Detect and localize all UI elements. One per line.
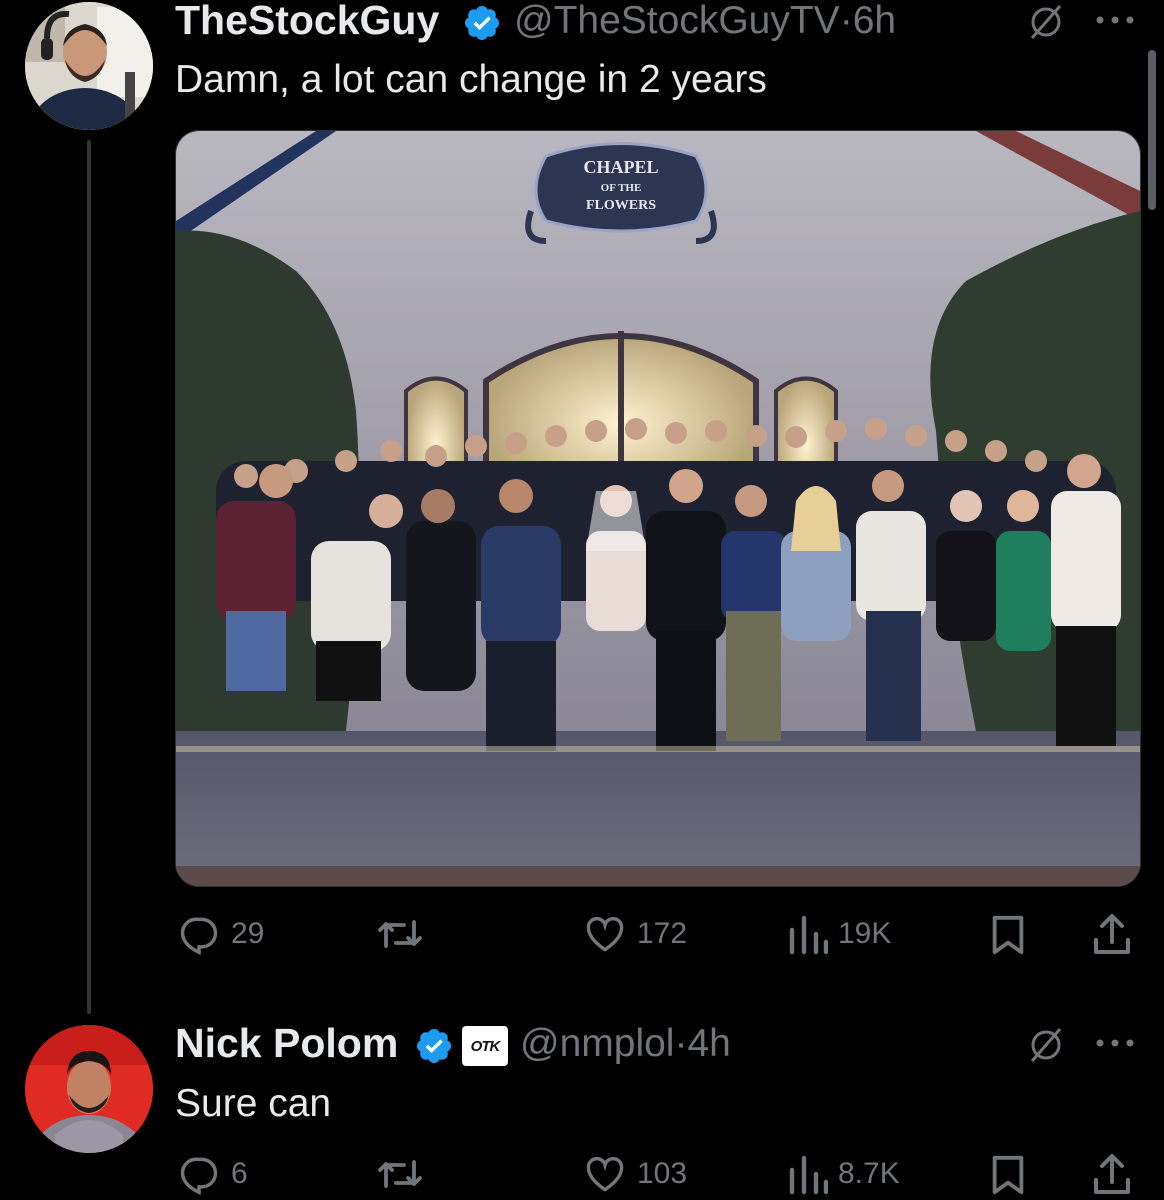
affiliate-badge-label: OTK	[470, 1037, 501, 1055]
share-button[interactable]	[1090, 912, 1134, 956]
repost-button[interactable]	[376, 914, 434, 954]
repost-button[interactable]	[376, 1154, 434, 1194]
views-count: 8.7K	[838, 1157, 900, 1190]
tweet-text: Sure can	[175, 1082, 332, 1125]
like-count: 103	[637, 1157, 688, 1190]
tweet-text: Damn, a lot can change in 2 years	[175, 58, 767, 101]
reply-icon	[180, 1157, 218, 1196]
heart-icon	[586, 916, 624, 952]
share-button[interactable]	[1090, 1152, 1134, 1196]
timestamp[interactable]: 4h	[687, 1022, 730, 1065]
handle[interactable]: @TheStockGuyTV·6h	[514, 0, 896, 43]
reply-count: 6	[231, 1157, 248, 1190]
verified-badge-icon	[464, 5, 500, 41]
scrollbar[interactable]	[1148, 50, 1156, 210]
share-icon	[1094, 914, 1130, 954]
like-count: 172	[637, 917, 688, 950]
bookmark-icon	[992, 1155, 1024, 1195]
avatar[interactable]	[25, 1025, 153, 1153]
grok-icon[interactable]	[1026, 2, 1066, 42]
reply-button[interactable]: 29	[177, 912, 264, 956]
reply-button[interactable]: 6	[177, 1152, 248, 1196]
avatar[interactable]	[25, 2, 153, 130]
display-name[interactable]: TheStockGuy	[175, 0, 439, 44]
like-button[interactable]: 172	[583, 912, 687, 956]
timestamp[interactable]: 6h	[853, 0, 896, 42]
handle[interactable]: @nmplol·4h	[520, 1022, 731, 1066]
share-icon	[1094, 1154, 1130, 1194]
thread-line	[87, 140, 91, 1014]
views-button[interactable]: 8.7K	[788, 1152, 900, 1196]
heart-icon	[586, 1156, 624, 1192]
affiliate-badge[interactable]: OTK	[462, 1026, 508, 1066]
repost-icon	[378, 920, 422, 948]
display-name[interactable]: Nick Polom	[175, 1020, 398, 1067]
chapel-sign-text: FLOWERS	[586, 198, 656, 213]
reply-icon	[180, 917, 218, 956]
bookmark-button[interactable]	[988, 1154, 1028, 1196]
more-icon[interactable]	[1094, 14, 1136, 26]
chapel-sign-text: OF THE	[601, 182, 642, 194]
chapel-sign-text: CHAPEL	[583, 157, 658, 177]
views-count: 19K	[838, 917, 892, 950]
bookmark-button[interactable]	[988, 914, 1028, 956]
bookmark-icon	[992, 915, 1024, 955]
more-icon[interactable]	[1094, 1037, 1136, 1049]
views-button[interactable]: 19K	[788, 912, 891, 956]
repost-icon	[378, 1160, 422, 1188]
tweet-photo[interactable]: CHAPEL OF THE FLOWERS	[175, 130, 1141, 887]
views-icon	[789, 1155, 828, 1195]
reply-count: 29	[231, 917, 265, 950]
views-icon	[789, 915, 828, 955]
verified-badge-icon	[416, 1028, 452, 1064]
grok-icon[interactable]	[1026, 1025, 1066, 1065]
like-button[interactable]: 103	[583, 1152, 687, 1196]
